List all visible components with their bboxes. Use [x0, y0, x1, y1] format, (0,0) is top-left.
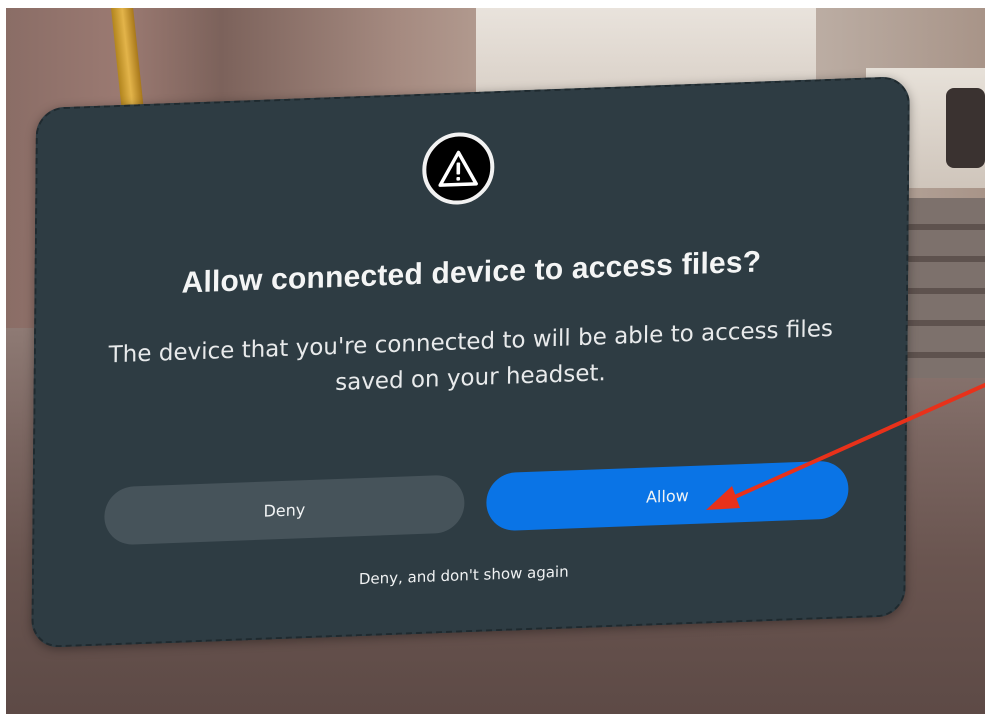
red-arrow-icon [706, 383, 985, 510]
vr-scene: Allow connected device to access files? … [6, 8, 985, 714]
